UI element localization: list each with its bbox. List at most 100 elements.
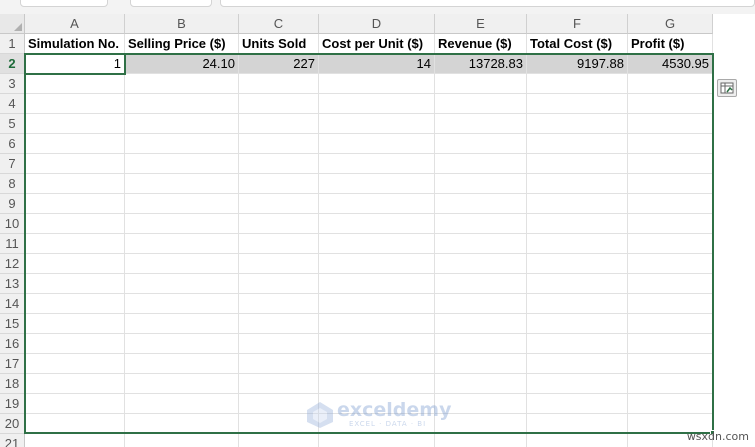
column-header-d[interactable]: D [319,14,435,34]
cell-f1[interactable]: Total Cost ($) [527,34,628,54]
cell-f12[interactable] [527,254,628,274]
cell-g18[interactable] [628,374,713,394]
cell-b19[interactable] [125,394,239,414]
column-header-f[interactable]: F [527,14,628,34]
cell-g15[interactable] [628,314,713,334]
cell-e2[interactable]: 13728.83 [435,54,527,74]
cell-f13[interactable] [527,274,628,294]
row-header-13[interactable]: 13 [0,274,25,294]
cell-d12[interactable] [319,254,435,274]
cell-b12[interactable] [125,254,239,274]
formula-input[interactable] [220,0,755,7]
cell-f21[interactable] [527,434,628,447]
cell-e10[interactable] [435,214,527,234]
cell-e12[interactable] [435,254,527,274]
cell-c2[interactable]: 227 [239,54,319,74]
cell-f8[interactable] [527,174,628,194]
cell-b11[interactable] [125,234,239,254]
row-header-14[interactable]: 14 [0,294,25,314]
cell-c12[interactable] [239,254,319,274]
cell-b20[interactable] [125,414,239,434]
cell-b6[interactable] [125,134,239,154]
row-header-11[interactable]: 11 [0,234,25,254]
row-header-4[interactable]: 4 [0,94,25,114]
cell-e1[interactable]: Revenue ($) [435,34,527,54]
cell-a14[interactable] [25,294,125,314]
cell-g2[interactable]: 4530.95 [628,54,713,74]
cell-b17[interactable] [125,354,239,374]
cell-a12[interactable] [25,254,125,274]
row-header-16[interactable]: 16 [0,334,25,354]
cell-d11[interactable] [319,234,435,254]
cell-e18[interactable] [435,374,527,394]
cell-e6[interactable] [435,134,527,154]
cell-e5[interactable] [435,114,527,134]
cell-b9[interactable] [125,194,239,214]
cell-c4[interactable] [239,94,319,114]
cell-a13[interactable] [25,274,125,294]
cell-c17[interactable] [239,354,319,374]
cell-a19[interactable] [25,394,125,414]
row-header-15[interactable]: 15 [0,314,25,334]
cell-d9[interactable] [319,194,435,214]
cell-f18[interactable] [527,374,628,394]
cell-b14[interactable] [125,294,239,314]
cell-c3[interactable] [239,74,319,94]
cell-d15[interactable] [319,314,435,334]
cell-b10[interactable] [125,214,239,234]
cell-b5[interactable] [125,114,239,134]
cell-c6[interactable] [239,134,319,154]
cell-a2[interactable]: 1 [25,54,125,74]
cell-f2[interactable]: 9197.88 [527,54,628,74]
column-header-c[interactable]: C [239,14,319,34]
cell-c18[interactable] [239,374,319,394]
cell-a9[interactable] [25,194,125,214]
cell-d4[interactable] [319,94,435,114]
row-header-3[interactable]: 3 [0,74,25,94]
row-header-8[interactable]: 8 [0,174,25,194]
cell-e9[interactable] [435,194,527,214]
cell-d21[interactable] [319,434,435,447]
cell-f10[interactable] [527,214,628,234]
column-header-e[interactable]: E [435,14,527,34]
cell-a5[interactable] [25,114,125,134]
cell-g8[interactable] [628,174,713,194]
cell-g7[interactable] [628,154,713,174]
cell-g16[interactable] [628,334,713,354]
cell-a17[interactable] [25,354,125,374]
cell-d8[interactable] [319,174,435,194]
cell-f4[interactable] [527,94,628,114]
cell-f3[interactable] [527,74,628,94]
cell-a15[interactable] [25,314,125,334]
formula-function-box[interactable] [130,0,212,7]
cell-g3[interactable] [628,74,713,94]
cell-c5[interactable] [239,114,319,134]
cell-e8[interactable] [435,174,527,194]
cell-a11[interactable] [25,234,125,254]
cell-b4[interactable] [125,94,239,114]
cell-d2[interactable]: 14 [319,54,435,74]
row-header-1[interactable]: 1 [0,34,25,54]
cell-c16[interactable] [239,334,319,354]
cell-d13[interactable] [319,274,435,294]
cell-d18[interactable] [319,374,435,394]
column-header-g[interactable]: G [628,14,713,34]
cell-g14[interactable] [628,294,713,314]
cell-b8[interactable] [125,174,239,194]
cell-g4[interactable] [628,94,713,114]
cell-a18[interactable] [25,374,125,394]
cell-c21[interactable] [239,434,319,447]
cell-f20[interactable] [527,414,628,434]
cell-f14[interactable] [527,294,628,314]
cell-d10[interactable] [319,214,435,234]
cell-c11[interactable] [239,234,319,254]
cell-b18[interactable] [125,374,239,394]
cell-f17[interactable] [527,354,628,374]
cell-g11[interactable] [628,234,713,254]
cell-c10[interactable] [239,214,319,234]
cell-b16[interactable] [125,334,239,354]
cell-f15[interactable] [527,314,628,334]
cell-c1[interactable]: Units Sold [239,34,319,54]
cell-e17[interactable] [435,354,527,374]
cell-c9[interactable] [239,194,319,214]
